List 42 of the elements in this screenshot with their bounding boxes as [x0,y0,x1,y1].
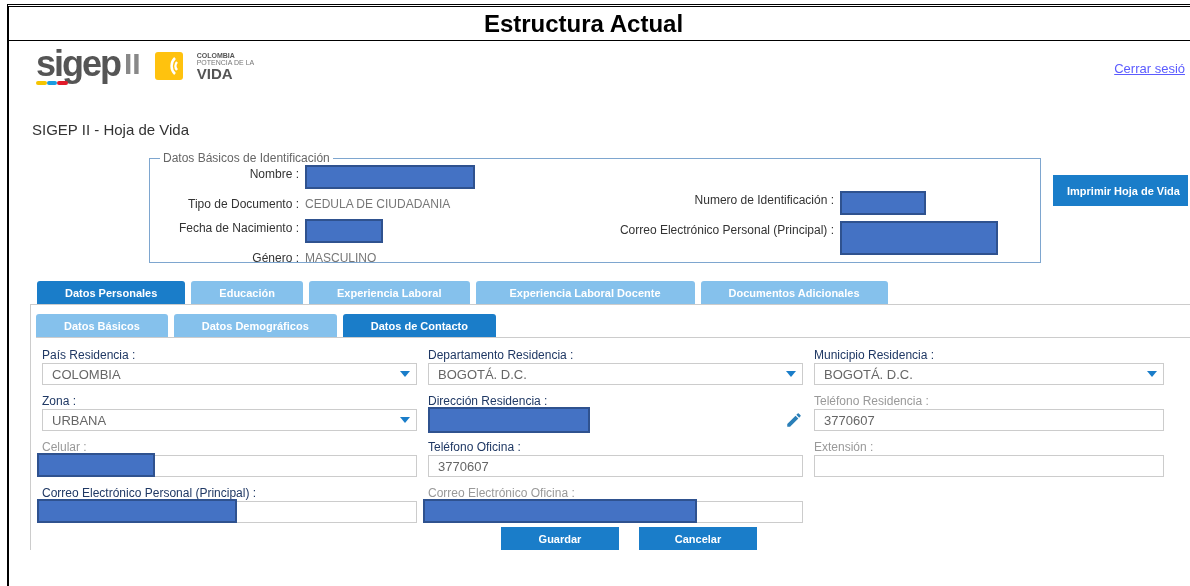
dropdown-field[interactable]: BOGOTÁ. D.C. [428,363,803,385]
tab[interactable]: Datos Personales [37,281,186,304]
field-label: Dirección Residencia : [428,393,549,409]
logout-link[interactable]: Cerrar sesió [1114,61,1185,76]
field-label: Tipo de Documento : [187,196,300,213]
save-button[interactable]: Guardar [501,527,619,550]
logo-text: VIDA [196,65,234,81]
input-field[interactable]: 3770607 [428,455,803,477]
dropdown-field[interactable]: URBANA [42,409,417,431]
field-label: Correo Electrónico Oficina : [428,485,576,501]
field-label: País Residencia : [42,347,137,363]
print-button[interactable]: Imprimir Hoja de Vida [1053,175,1188,206]
logo-text: II [124,47,141,81]
dropdown-field[interactable]: BOGOTÁ. D.C. [814,363,1164,385]
page-title: SIGEP II - Hoja de Vida [32,121,191,140]
cancel-button[interactable]: Cancelar [639,527,757,550]
caret-icon [400,371,410,377]
field-label: Numero de Identificación : [693,192,835,209]
field-label: Fecha de Nacimiento : [177,220,300,237]
field-label: Género : [251,250,300,267]
field-label: Correo Electrónico Personal (Principal) : [42,485,258,501]
field-value: CEDULA DE CIUDADANIA [305,196,452,213]
caret-icon [1147,371,1157,377]
field-label: Extensión : [814,439,875,455]
document-heading: Estructura Actual [483,9,684,38]
field-label: Correo Electrónico Personal (Principal) : [618,222,835,239]
field-label: Celular : [42,439,88,455]
caret-icon [400,417,410,423]
field-label: Departamento Residencia : [428,347,575,363]
logo-icon [154,52,183,80]
field-label: Zona : [42,393,78,409]
subtab[interactable]: Datos de Contacto [342,314,496,337]
field-label: Municipio Residencia : [814,347,936,363]
color-stripe-icon [36,81,68,85]
pencil-icon[interactable] [785,411,803,429]
field-value: MASCULINO [305,250,378,267]
field-label: Teléfono Residencia : [814,393,930,409]
field-label: Teléfono Oficina : [428,439,522,455]
panel-legend: Datos Básicos de Identificación [160,151,333,165]
dropdown-field[interactable]: COLOMBIA [42,363,417,385]
field-label: Nombre : [248,166,300,183]
caret-icon [786,371,796,377]
